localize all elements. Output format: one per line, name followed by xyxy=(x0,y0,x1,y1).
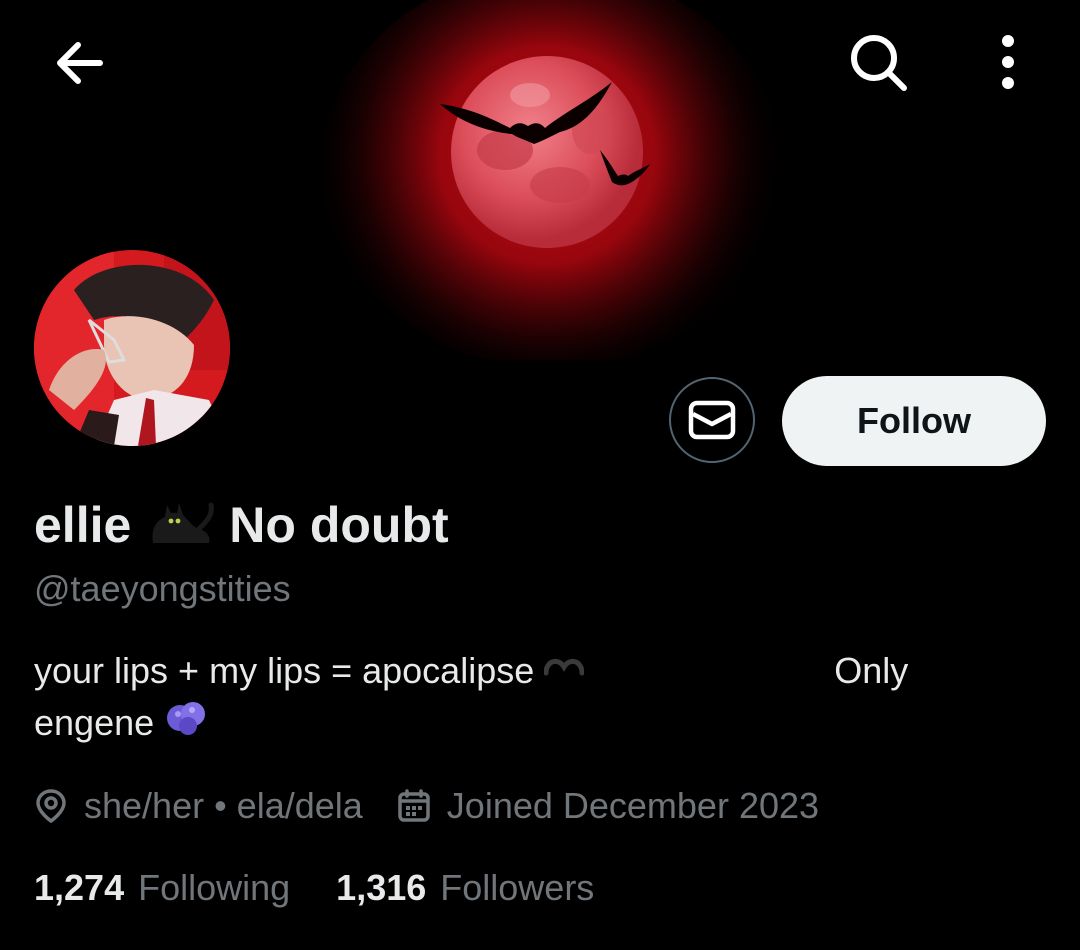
bio-text-line-2: engene xyxy=(34,702,155,743)
bio-text-end: Only xyxy=(834,650,909,691)
display-name: ellie No doubt xyxy=(34,490,449,560)
following-count: 1,274 xyxy=(34,867,125,908)
back-arrow-icon xyxy=(57,42,103,84)
following-link[interactable]: 1,274 Following xyxy=(34,867,290,909)
calendar-icon xyxy=(397,789,431,823)
location-pin-icon xyxy=(34,788,68,824)
back-button[interactable] xyxy=(40,28,120,98)
follow-button[interactable]: Follow xyxy=(782,376,1046,466)
bio-line-2: engene xyxy=(34,697,1034,749)
bio-line-1: your lips + my lips = apocalipse Only xyxy=(34,645,1034,697)
followers-label: Followers xyxy=(440,867,595,908)
joined-date: Joined December 2023 xyxy=(446,785,820,826)
bio-text-start: your lips + my lips = apocalipse xyxy=(34,650,535,691)
blueberries-emoji xyxy=(164,696,208,750)
username-handle: @taeyongstities xyxy=(34,568,291,609)
message-button[interactable] xyxy=(669,377,755,463)
avatar-image xyxy=(34,250,230,446)
followers-count: 1,316 xyxy=(336,867,427,908)
following-label: Following xyxy=(138,867,291,908)
location-text: she/her • ela/dela xyxy=(84,785,363,826)
display-name-end: No doubt xyxy=(229,497,449,553)
more-options-button[interactable] xyxy=(980,24,1036,100)
followers-link[interactable]: 1,316 Followers xyxy=(336,867,594,909)
heart-emoji xyxy=(543,645,585,697)
search-icon xyxy=(851,35,907,91)
follow-stats: 1,274 Following 1,316 Followers xyxy=(34,862,594,914)
avatar[interactable] xyxy=(34,250,230,446)
mail-icon xyxy=(688,400,736,440)
profile-bio: your lips + my lips = apocalipse Only en… xyxy=(34,645,1034,749)
search-button[interactable] xyxy=(838,24,918,100)
display-name-start: ellie xyxy=(34,497,132,553)
more-vertical-icon xyxy=(1002,35,1014,89)
black-cat-emoji xyxy=(143,491,215,559)
profile-meta: she/her • ela/dela Joined December 2023 xyxy=(34,780,819,832)
